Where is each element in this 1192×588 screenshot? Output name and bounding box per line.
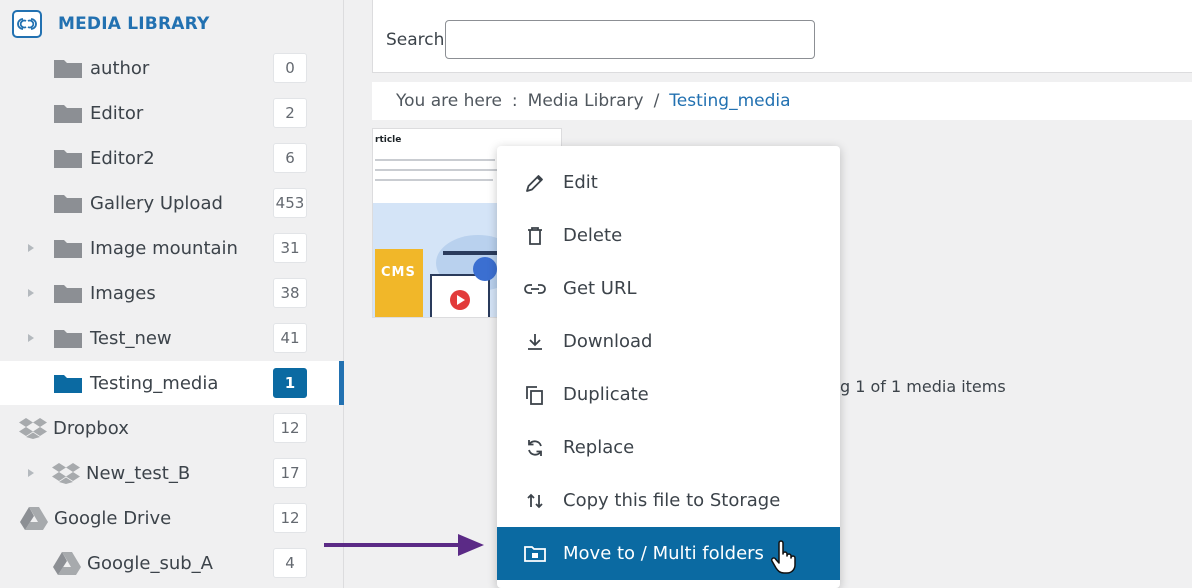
- folder-count-badge: 41: [273, 323, 307, 353]
- folder-label: Editor2: [90, 147, 155, 169]
- folder-icon: [54, 285, 82, 303]
- expand-caret-icon[interactable]: [28, 334, 34, 342]
- menu-label: Edit: [563, 172, 598, 193]
- folder-item-testing-media[interactable]: Testing_media 1: [0, 361, 344, 405]
- download-icon: [523, 330, 547, 354]
- cloud-label: Dropbox: [53, 417, 129, 439]
- folder-label: Testing_media: [90, 372, 219, 394]
- search-bar: Search: [372, 0, 1192, 73]
- move-folder-icon: [523, 542, 547, 566]
- menu-label: Delete: [563, 225, 623, 246]
- thumbnail-badge: CMS: [381, 265, 416, 280]
- folder-count-badge: 0: [273, 53, 307, 83]
- menu-item-get-url[interactable]: Get URL: [497, 262, 840, 315]
- search-input[interactable]: [445, 20, 815, 59]
- folder-label: Editor: [90, 102, 144, 124]
- folder-label: author: [90, 57, 150, 79]
- replace-icon: [523, 436, 547, 460]
- folder-label: Image mountain: [90, 237, 238, 259]
- thumbnail-text-line: [375, 159, 495, 161]
- media-library-title: MEDIA LIBRARY: [58, 14, 210, 34]
- folder-count-badge: 31: [273, 233, 307, 263]
- breadcrumb-current[interactable]: Testing_media: [669, 91, 790, 111]
- folder-label: Gallery Upload: [90, 192, 223, 214]
- folder-count-badge: 12: [273, 413, 307, 443]
- breadcrumb: You are here : Media Library / Testing_m…: [372, 82, 1192, 120]
- media-library-header[interactable]: MEDIA LIBRARY: [12, 8, 209, 40]
- expand-caret-icon[interactable]: [28, 469, 34, 477]
- google-drive-icon: [53, 552, 81, 575]
- media-library-logo-icon: [12, 10, 42, 38]
- cloud-label: New_test_B: [86, 462, 191, 484]
- menu-item-copy-to-storage[interactable]: Copy this file to Storage: [497, 474, 840, 527]
- cloud-label: Google_sub_A: [87, 552, 213, 574]
- pencil-icon: [523, 171, 547, 195]
- breadcrumb-colon: :: [511, 91, 518, 111]
- folder-label: Test_new: [90, 327, 172, 349]
- media-count-status: g 1 of 1 media items: [840, 377, 1006, 396]
- expand-caret-icon[interactable]: [28, 289, 34, 297]
- folder-icon: [54, 105, 82, 123]
- folder-count-badge: 12: [273, 503, 307, 533]
- thumbnail-title: rticle: [375, 135, 402, 145]
- expand-caret-icon[interactable]: [28, 244, 34, 252]
- folder-item-author[interactable]: author 0: [0, 46, 344, 90]
- link-icon: [523, 277, 547, 301]
- thumbnail-text-line: [375, 169, 499, 171]
- folder-count-badge: 17: [273, 458, 307, 488]
- cloud-item-google-drive[interactable]: Google Drive 12: [0, 496, 344, 540]
- folder-count-badge: 38: [273, 278, 307, 308]
- folder-item-gallery-upload[interactable]: Gallery Upload 453: [0, 181, 344, 225]
- menu-item-replace[interactable]: Replace: [497, 421, 840, 474]
- folder-item-editor2[interactable]: Editor2 6: [0, 136, 344, 180]
- cloud-label: Google Drive: [54, 507, 172, 529]
- breadcrumb-prefix: You are here: [396, 91, 502, 111]
- folder-item-editor[interactable]: Editor 2: [0, 91, 344, 135]
- menu-label: Download: [563, 331, 653, 352]
- menu-label: Replace: [563, 437, 635, 458]
- folder-count-badge: 1: [273, 368, 307, 398]
- folder-count-badge: 4: [273, 548, 307, 578]
- menu-item-download[interactable]: Download: [497, 315, 840, 368]
- cloud-item-dropbox[interactable]: Dropbox 12: [0, 406, 344, 450]
- folder-item-test-new[interactable]: Test_new 41: [0, 316, 344, 360]
- folder-icon: [54, 375, 82, 393]
- duplicate-icon: [523, 383, 547, 407]
- annotation-arrow-icon: [324, 534, 484, 556]
- menu-label: Get URL: [563, 278, 637, 299]
- folder-count-badge: 453: [273, 188, 307, 218]
- folder-icon: [54, 150, 82, 168]
- breadcrumb-slash: /: [653, 91, 660, 111]
- hand-cursor-icon: [771, 540, 796, 574]
- menu-item-edit[interactable]: Edit: [497, 156, 840, 209]
- folder-sidebar: MEDIA LIBRARY author 0 Editor 2 Editor2 …: [0, 0, 344, 588]
- menu-item-duplicate[interactable]: Duplicate: [497, 368, 840, 421]
- thumbnail-text-line: [375, 179, 493, 181]
- folder-item-images[interactable]: Images 38: [0, 271, 344, 315]
- folder-count-badge: 6: [273, 143, 307, 173]
- storage-copy-icon: [523, 489, 547, 513]
- dropbox-icon: [52, 463, 80, 484]
- cloud-item-google-sub-a[interactable]: Google_sub_A 4: [0, 541, 344, 585]
- folder-item-image-mountain[interactable]: Image mountain 31: [0, 226, 344, 270]
- folder-label: Images: [90, 282, 156, 304]
- menu-label: Move to / Multi folders: [563, 543, 764, 564]
- context-menu: Edit Delete Get URL Download Duplicate R…: [497, 146, 840, 588]
- dropbox-icon: [19, 418, 47, 439]
- search-label: Search: [386, 30, 445, 50]
- folder-icon: [54, 195, 82, 213]
- folder-icon: [54, 60, 82, 78]
- folder-count-badge: 2: [273, 98, 307, 128]
- trash-icon: [523, 224, 547, 248]
- cloud-item-new-test-b[interactable]: New_test_B 17: [0, 451, 344, 495]
- folder-icon: [54, 240, 82, 258]
- google-drive-icon: [20, 507, 48, 530]
- folder-icon: [54, 330, 82, 348]
- menu-label: Duplicate: [563, 384, 649, 405]
- menu-label: Copy this file to Storage: [563, 490, 781, 511]
- menu-item-delete[interactable]: Delete: [497, 209, 840, 262]
- breadcrumb-root-link[interactable]: Media Library: [528, 91, 644, 111]
